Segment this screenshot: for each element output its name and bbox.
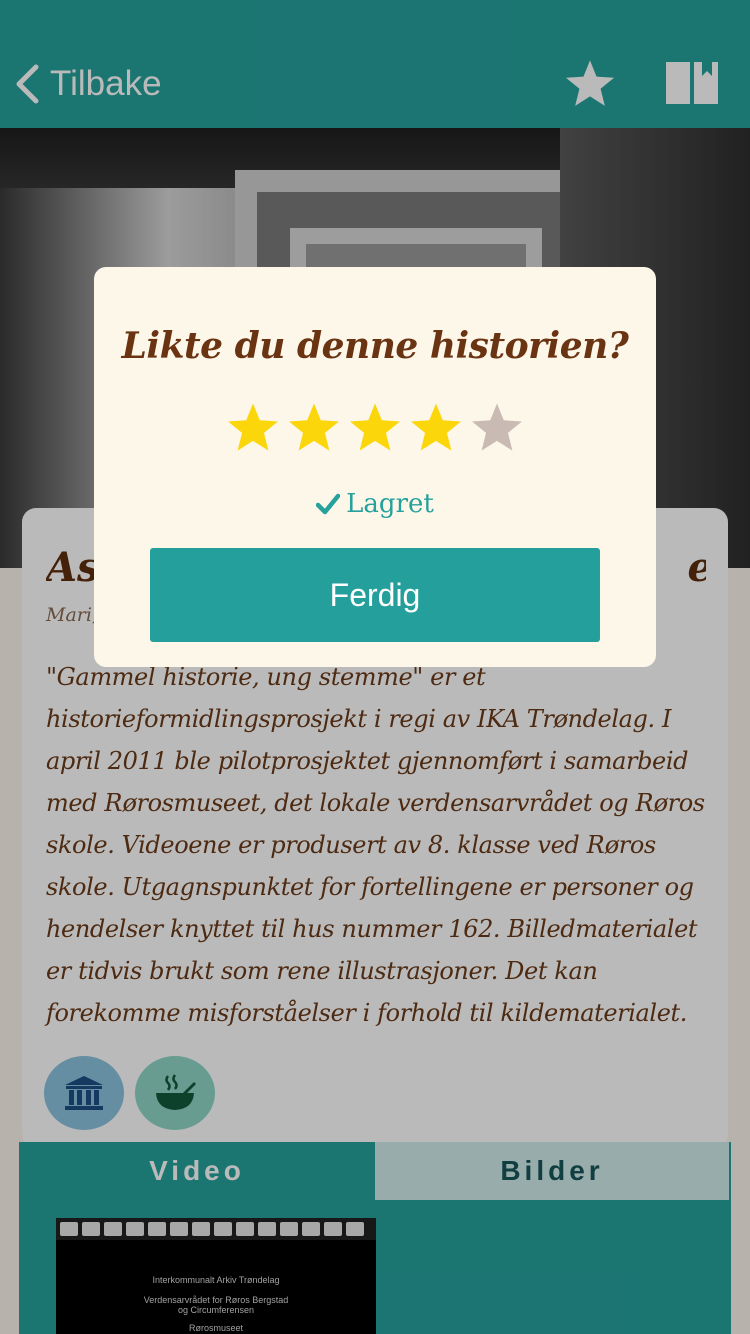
saved-status: Lagret [94,489,656,519]
rating-star-2-icon[interactable] [286,401,342,455]
checkmark-icon [316,493,341,515]
rating-star-4-icon[interactable] [408,401,464,455]
modal-backdrop[interactable] [0,0,750,1334]
rating-question: Likte du denne historien? [121,325,629,367]
rating-dialog: Likte du denne historien? Lagret Ferdig [94,267,656,667]
done-button[interactable]: Ferdig [150,548,600,642]
rating-star-1-icon[interactable] [225,401,281,455]
star-rating [225,401,525,463]
rating-star-5-icon[interactable] [469,401,525,455]
rating-star-3-icon[interactable] [347,401,403,455]
saved-label: Lagret [346,489,434,519]
